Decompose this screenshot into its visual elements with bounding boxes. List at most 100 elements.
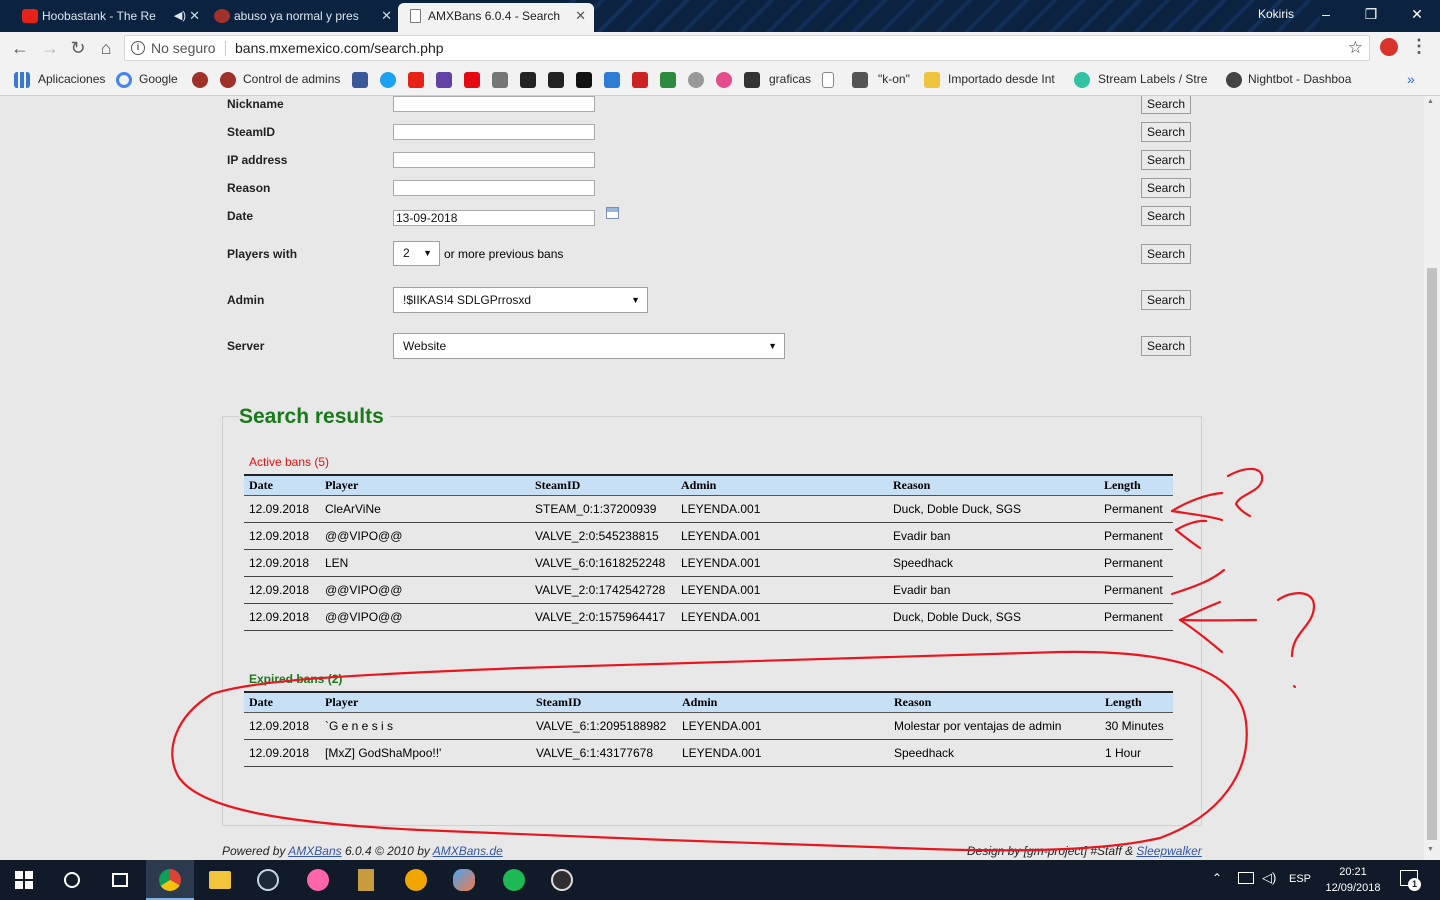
language-indicator[interactable]: ESP: [1289, 873, 1311, 885]
task-view-button[interactable]: [96, 860, 144, 900]
taskbar-chrome[interactable]: [146, 860, 194, 900]
bookmark-importado[interactable]: Importado desde Int: [948, 70, 1058, 90]
search-button-server[interactable]: Search: [1141, 336, 1191, 356]
network-icon[interactable]: [1238, 872, 1254, 884]
speaker-icon[interactable]: ◀): [174, 3, 186, 29]
minimize-icon[interactable]: –: [1303, 0, 1349, 28]
search-button-players[interactable]: Search: [1141, 244, 1191, 264]
admin-select[interactable]: !$IIKAS!4 SDLGPrrosxd ▼: [393, 287, 648, 313]
tab-amxbans[interactable]: AMXBans 6.0.4 - Search ✕: [398, 3, 594, 32]
date-input[interactable]: 13-09-2018: [393, 210, 595, 226]
url-text[interactable]: bans.mxemexico.com/search.php: [235, 36, 444, 60]
tab-hoobastank[interactable]: Hoobastank - The Re ◀) ✕: [12, 3, 208, 32]
cortana-button[interactable]: [48, 860, 96, 900]
info-icon[interactable]: i: [131, 41, 145, 55]
search-button-date[interactable]: Search: [1141, 206, 1191, 226]
taskbar-paint[interactable]: [440, 860, 488, 900]
table-row[interactable]: 12.09.2018 LEN VALVE_6:0:1618252248 LEYENDA…: [244, 549, 1173, 577]
close-window-icon[interactable]: ✕: [1394, 0, 1440, 28]
restore-icon[interactable]: ❐: [1348, 0, 1394, 28]
twitch-icon[interactable]: [436, 72, 452, 88]
server-select[interactable]: Website ▼: [393, 333, 785, 359]
table-row[interactable]: 12.09.2018 @@VIPO@@ VALVE_2:0:1575964417 LE…: [244, 603, 1173, 631]
taskbar-csgo[interactable]: [392, 860, 440, 900]
taskbar-obs[interactable]: [538, 860, 586, 900]
site-icon[interactable]: [1074, 72, 1090, 88]
nightbot-icon[interactable]: [1226, 72, 1242, 88]
site-icon[interactable]: [632, 72, 648, 88]
scroll-up-icon[interactable]: ▲: [1427, 98, 1434, 105]
close-tab-icon[interactable]: ✕: [575, 3, 586, 29]
tray-chevron-icon[interactable]: ⌃: [1212, 871, 1222, 885]
taskbar-league[interactable]: [342, 860, 390, 900]
netflix-icon[interactable]: [464, 72, 480, 88]
reload-icon[interactable]: ↻: [66, 36, 90, 60]
amxbans-link[interactable]: AMXBans: [288, 844, 341, 858]
tb-icon[interactable]: [744, 72, 760, 88]
table-row[interactable]: 12.09.2018 @@VIPO@@ VALVE_2:0:1742542728 LE…: [244, 576, 1173, 604]
extension-icon[interactable]: [1380, 38, 1398, 56]
taskbar-explorer[interactable]: [196, 860, 244, 900]
reason-input[interactable]: [393, 180, 595, 196]
table-row[interactable]: 12.09.2018 `G e n e s i s VALVE_6:1:209518…: [244, 712, 1173, 740]
calendar-icon[interactable]: [606, 207, 619, 219]
site-icon[interactable]: [548, 72, 564, 88]
page-scrollbar[interactable]: ▲ ▼: [1424, 96, 1440, 860]
home-icon[interactable]: ⌂: [94, 36, 118, 60]
bookmark-star-icon[interactable]: ☆: [1348, 36, 1363, 60]
start-button[interactable]: [0, 860, 48, 900]
close-tab-icon[interactable]: ✕: [189, 3, 200, 29]
page-icon[interactable]: [822, 72, 834, 88]
close-tab-icon[interactable]: ✕: [381, 3, 392, 29]
table-row[interactable]: 12.09.2018 @@VIPO@@ VALVE_2:0:545238815 LEY…: [244, 522, 1173, 550]
search-button-nickname[interactable]: Search: [1141, 96, 1191, 114]
sleepwalker-link[interactable]: Sleepwalker: [1136, 844, 1201, 858]
site-icon[interactable]: [192, 72, 208, 88]
search-button-ip[interactable]: Search: [1141, 150, 1191, 170]
bookmark-k-on[interactable]: "k-on": [878, 70, 910, 90]
facebook-icon[interactable]: [352, 72, 368, 88]
site-icon[interactable]: [220, 72, 236, 88]
tab-abuso[interactable]: abuso ya normal y pres ✕: [204, 3, 400, 32]
bookmark-aplicaciones[interactable]: Aplicaciones: [38, 70, 105, 90]
site-icon[interactable]: [716, 72, 732, 88]
security-status[interactable]: No seguro: [151, 36, 216, 60]
bookmark-nightbot[interactable]: Nightbot - Dashboa: [1248, 70, 1360, 90]
site-icon[interactable]: [576, 72, 592, 88]
site-icon[interactable]: [852, 72, 868, 88]
profile-name[interactable]: Kokiris: [1258, 0, 1306, 28]
taskbar-steam[interactable]: [244, 860, 292, 900]
clock[interactable]: 20:21 12/09/2018: [1318, 864, 1388, 896]
ip-input[interactable]: [393, 152, 595, 168]
nickname-input[interactable]: [393, 96, 595, 112]
apps-grid-icon[interactable]: [14, 72, 30, 88]
amxbans-site-link[interactable]: AMXBans.de: [433, 844, 503, 858]
gear-icon[interactable]: [688, 72, 704, 88]
bookmark-control-admins[interactable]: Control de admins: [243, 70, 340, 90]
table-row[interactable]: 12.09.2018 CleArViNe STEAM_0:1:37200939 LEY…: [244, 495, 1173, 523]
google-icon[interactable]: [116, 72, 132, 88]
taskbar-osu[interactable]: [294, 860, 342, 900]
search-button-admin[interactable]: Search: [1141, 290, 1191, 310]
steamid-input[interactable]: [393, 124, 595, 140]
back-arrow-icon[interactable]: ←: [8, 36, 32, 60]
address-bar[interactable]: i No seguro bans.mxemexico.com/search.ph…: [124, 35, 1370, 61]
site-icon[interactable]: [492, 72, 508, 88]
search-button-reason[interactable]: Search: [1141, 178, 1191, 198]
folder-icon[interactable]: [924, 72, 940, 88]
bookmarks-overflow-icon[interactable]: »: [1407, 70, 1415, 90]
twitter-icon[interactable]: [380, 72, 396, 88]
previous-bans-select[interactable]: 2 ▼: [393, 241, 440, 266]
youtube-icon[interactable]: [408, 72, 424, 88]
search-button-steamid[interactable]: Search: [1141, 122, 1191, 142]
scrollbar-thumb[interactable]: [1427, 268, 1437, 840]
scroll-down-icon[interactable]: ▼: [1427, 846, 1434, 853]
site-icon[interactable]: [604, 72, 620, 88]
af-icon[interactable]: [520, 72, 536, 88]
bookmark-graficas[interactable]: graficas: [769, 70, 811, 90]
taskbar-spotify[interactable]: [490, 860, 538, 900]
forward-arrow-icon[interactable]: →: [38, 36, 62, 60]
volume-icon[interactable]: ◁): [1262, 870, 1276, 886]
bookmark-stream-labels[interactable]: Stream Labels / Stre: [1098, 70, 1210, 90]
m-icon[interactable]: [660, 72, 676, 88]
